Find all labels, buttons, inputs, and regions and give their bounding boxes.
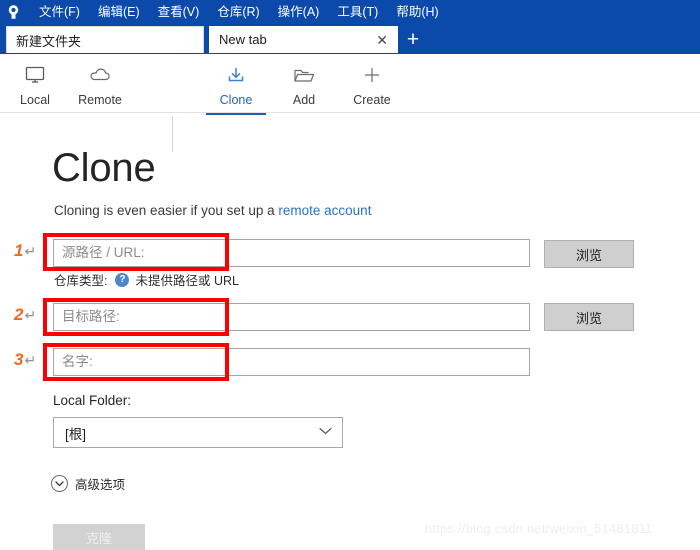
toolbar: Local Remote Clone Add Create [0, 54, 700, 152]
menu-item-file[interactable]: 文件(F) [30, 0, 89, 24]
toolbar-label: Clone [219, 93, 253, 107]
page-subtitle-text: Cloning is even easier if you set up a [54, 203, 279, 218]
toolbar-separator [172, 116, 173, 152]
annotation-marker-3: 3 ↵ [14, 351, 36, 368]
download-icon [225, 62, 247, 88]
tab-label: 新建文件夹 [16, 33, 82, 49]
tab-new-tab[interactable]: New tab ✕ [209, 26, 398, 53]
chevron-down-circle-icon [51, 475, 68, 492]
local-folder-label: Local Folder: [53, 393, 132, 408]
annotation-number: 3 [14, 350, 24, 369]
toolbar-label: Local [20, 93, 50, 107]
advanced-options-toggle[interactable]: 高级选项 [51, 474, 125, 493]
toolbar-label: Remote [78, 93, 122, 107]
chevron-down-icon [319, 427, 332, 438]
menu-bar: 文件(F) 编辑(E) 查看(V) 仓库(R) 操作(A) 工具(T) 帮助(H… [30, 0, 448, 24]
repository-name-input[interactable]: 名字: [53, 348, 530, 376]
close-icon[interactable]: ✕ [374, 33, 390, 47]
annotation-marker-1: 1 ↵ [14, 242, 36, 259]
repository-type-label: 仓库类型: [54, 274, 108, 288]
help-icon[interactable]: ? [115, 272, 130, 287]
annotation-number: 1 [14, 241, 24, 260]
page-subtitle: Cloning is even easier if you set up a r… [54, 203, 371, 218]
new-tab-button[interactable]: + [400, 27, 426, 52]
annotation-arrow: ↵ [24, 306, 37, 323]
toolbar-label: Add [292, 93, 316, 107]
sourcetree-window: 文件(F) 编辑(E) 查看(V) 仓库(R) 操作(A) 工具(T) 帮助(H… [0, 0, 700, 550]
cloud-icon [88, 62, 112, 88]
toolbar-button-local[interactable]: Local [2, 60, 68, 110]
toolbar-button-clone[interactable]: Clone [203, 60, 269, 115]
menu-item-help[interactable]: 帮助(H) [387, 0, 447, 24]
active-underline [206, 113, 266, 115]
menu-item-actions[interactable]: 操作(A) [269, 0, 329, 24]
destination-path-input[interactable]: 目标路径: [53, 303, 530, 331]
clone-submit-button[interactable]: 克隆 [53, 524, 145, 550]
tab-strip: 新建文件夹 New tab ✕ + [0, 24, 700, 54]
browse-source-button[interactable]: 浏览 [544, 240, 634, 268]
tab-label: New tab [219, 32, 267, 47]
annotation-marker-2: 2 ↵ [14, 306, 36, 323]
browse-destination-button[interactable]: 浏览 [544, 303, 634, 331]
annotation-number: 2 [14, 305, 24, 324]
menu-item-repository[interactable]: 仓库(R) [208, 0, 268, 24]
menu-item-tools[interactable]: 工具(T) [328, 0, 387, 24]
advanced-options-label: 高级选项 [75, 478, 126, 492]
folder-icon [292, 62, 316, 88]
local-folder-value: [根] [65, 426, 87, 442]
page-title: Clone [52, 146, 156, 190]
toolbar-button-create[interactable]: Create [339, 60, 405, 110]
remote-account-link[interactable]: remote account [278, 203, 371, 218]
toolbar-button-add[interactable]: Add [271, 60, 337, 110]
menu-item-view[interactable]: 查看(V) [149, 0, 209, 24]
plus-icon [361, 62, 383, 88]
repository-type-row: 仓库类型: ? 未提供路径或 URL [54, 270, 239, 289]
local-folder-select[interactable]: [根] [53, 417, 343, 448]
title-bar: 文件(F) 编辑(E) 查看(V) 仓库(R) 操作(A) 工具(T) 帮助(H… [0, 0, 700, 24]
repository-type-status: 未提供路径或 URL [135, 274, 239, 288]
monitor-icon [24, 62, 46, 88]
annotation-arrow: ↵ [24, 351, 37, 368]
toolbar-label: Create [353, 93, 391, 107]
source-url-input[interactable]: 源路径 / URL: [53, 239, 530, 267]
menu-item-edit[interactable]: 编辑(E) [89, 0, 149, 24]
tab-new-folder[interactable]: 新建文件夹 [6, 26, 204, 53]
annotation-arrow: ↵ [24, 242, 37, 259]
toolbar-button-remote[interactable]: Remote [67, 60, 133, 110]
watermark: https://blog.csdn.net/weixin_51481811 [425, 521, 653, 536]
sourcetree-logo-icon [0, 0, 26, 24]
